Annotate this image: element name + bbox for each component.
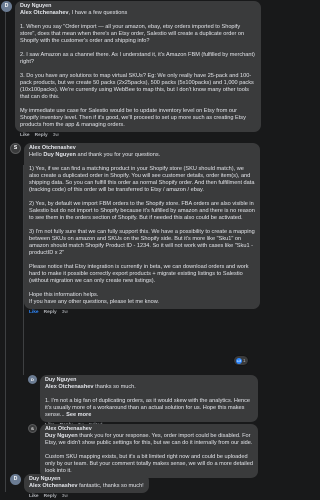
comment-author[interactable]: Duy Nguyen <box>29 476 144 483</box>
comment-paragraph: 3. Do you have any solutions to map virt… <box>20 73 254 100</box>
mention[interactable]: Alex Otchenashev <box>45 384 94 390</box>
thread-line <box>5 142 6 492</box>
comment-paragraph: If you have any other questions, please … <box>29 299 159 305</box>
comment-bubble: Alex Otchenashev Duy Nguyen thank you fo… <box>40 424 258 478</box>
comment-paragraph: My immediate use case for Salestio would… <box>20 108 246 128</box>
like-button[interactable]: Like <box>29 310 39 316</box>
comment-paragraph: 2. I saw Amazon as a channel there. As I… <box>20 52 255 65</box>
comment-paragraph: Duy Nguyen thank you for your response. … <box>45 433 253 446</box>
comment-paragraph: 1) Yes, if we can find a matching produc… <box>29 166 255 193</box>
comment-paragraph: 1. I'm not a big fan of duplicating orde… <box>45 398 251 418</box>
comment-paragraph: Hope this information helps. <box>29 292 99 298</box>
avatar[interactable]: D <box>28 375 37 384</box>
comment-author[interactable]: Duy Nguyen <box>20 3 256 10</box>
thumbs-up-icon: 👍︎ <box>236 357 242 364</box>
comment-paragraph: 3) I'm not fully sure that we can fully … <box>29 229 255 256</box>
comment-paragraph: Custom SKU mapping exists, but it's a bi… <box>45 454 253 474</box>
mention[interactable]: Alex Otchenashev <box>20 10 69 16</box>
comment-author[interactable]: Alex Otchenashev <box>45 426 253 433</box>
timestamp[interactable]: 3w <box>62 310 68 316</box>
mention[interactable]: Duy Nguyen <box>45 433 78 439</box>
comment-actions: Like Reply 3w <box>29 310 260 316</box>
like-button[interactable]: Like <box>20 133 30 139</box>
comment-bubble: Alex Otchenashev Hello Duy Nguyen and th… <box>24 143 260 309</box>
comment-bubble: Duy Nguyen Alex Otchenashev fantastic, t… <box>24 474 149 493</box>
comment-actions: Like Reply 3w <box>20 133 261 139</box>
reply-button[interactable]: Reply <box>35 133 48 139</box>
comment-paragraph: Alex Otchenashev fantastic, thanks so mu… <box>29 483 144 489</box>
avatar[interactable]: D <box>1 1 12 12</box>
comment-duy-1: D Duy Nguyen Alex Otchenashev, I have a … <box>1 1 261 139</box>
comment-duy-3: D Duy Nguyen Alex Otchenashev fantastic,… <box>10 474 260 500</box>
comment-author[interactable]: Duy Nguyen <box>45 377 253 384</box>
comment-paragraph: Alex Otchenashev, I have a few questions <box>20 10 128 16</box>
like-button[interactable]: Like <box>29 494 39 500</box>
comment-actions: Like Reply 3w <box>29 494 260 500</box>
avatar[interactable]: S <box>10 143 21 154</box>
mention[interactable]: Duy Nguyen <box>43 152 76 158</box>
see-more-link[interactable]: See more <box>65 412 91 418</box>
reaction-count[interactable]: 👍︎ 1 <box>234 356 248 365</box>
comment-bubble: Duy Nguyen Alex Otchenashev, I have a fe… <box>15 1 261 132</box>
timestamp[interactable]: 3w <box>62 494 68 500</box>
comment-paragraph: Please notice that Etsy integration is c… <box>29 264 249 284</box>
comment-paragraph: 1. When you say "Order import — all your… <box>20 24 245 44</box>
comment-alex-1: S Alex Otchenashev Hello Duy Nguyen and … <box>10 143 260 316</box>
comment-bubble: Duy Nguyen Alex Otchenashev thanks so mu… <box>40 375 258 422</box>
comment-paragraph: Hello Duy Nguyen and thank you for your … <box>29 152 161 158</box>
avatar[interactable]: S <box>28 424 37 433</box>
comment-paragraph: Alex Otchenashev thanks so much. <box>45 384 136 390</box>
reply-button[interactable]: Reply <box>44 494 57 500</box>
comment-author[interactable]: Alex Otchenashev <box>29 145 255 152</box>
reply-button[interactable]: Reply <box>44 310 57 316</box>
mention[interactable]: Alex Otchenashev <box>29 483 78 489</box>
comment-paragraph: 2) Yes, by default we import FBM orders … <box>29 201 255 221</box>
comment-duy-2: D Duy Nguyen Alex Otchenashev thanks so … <box>28 375 260 429</box>
avatar[interactable]: D <box>10 474 21 485</box>
timestamp[interactable]: 3w <box>53 133 59 139</box>
